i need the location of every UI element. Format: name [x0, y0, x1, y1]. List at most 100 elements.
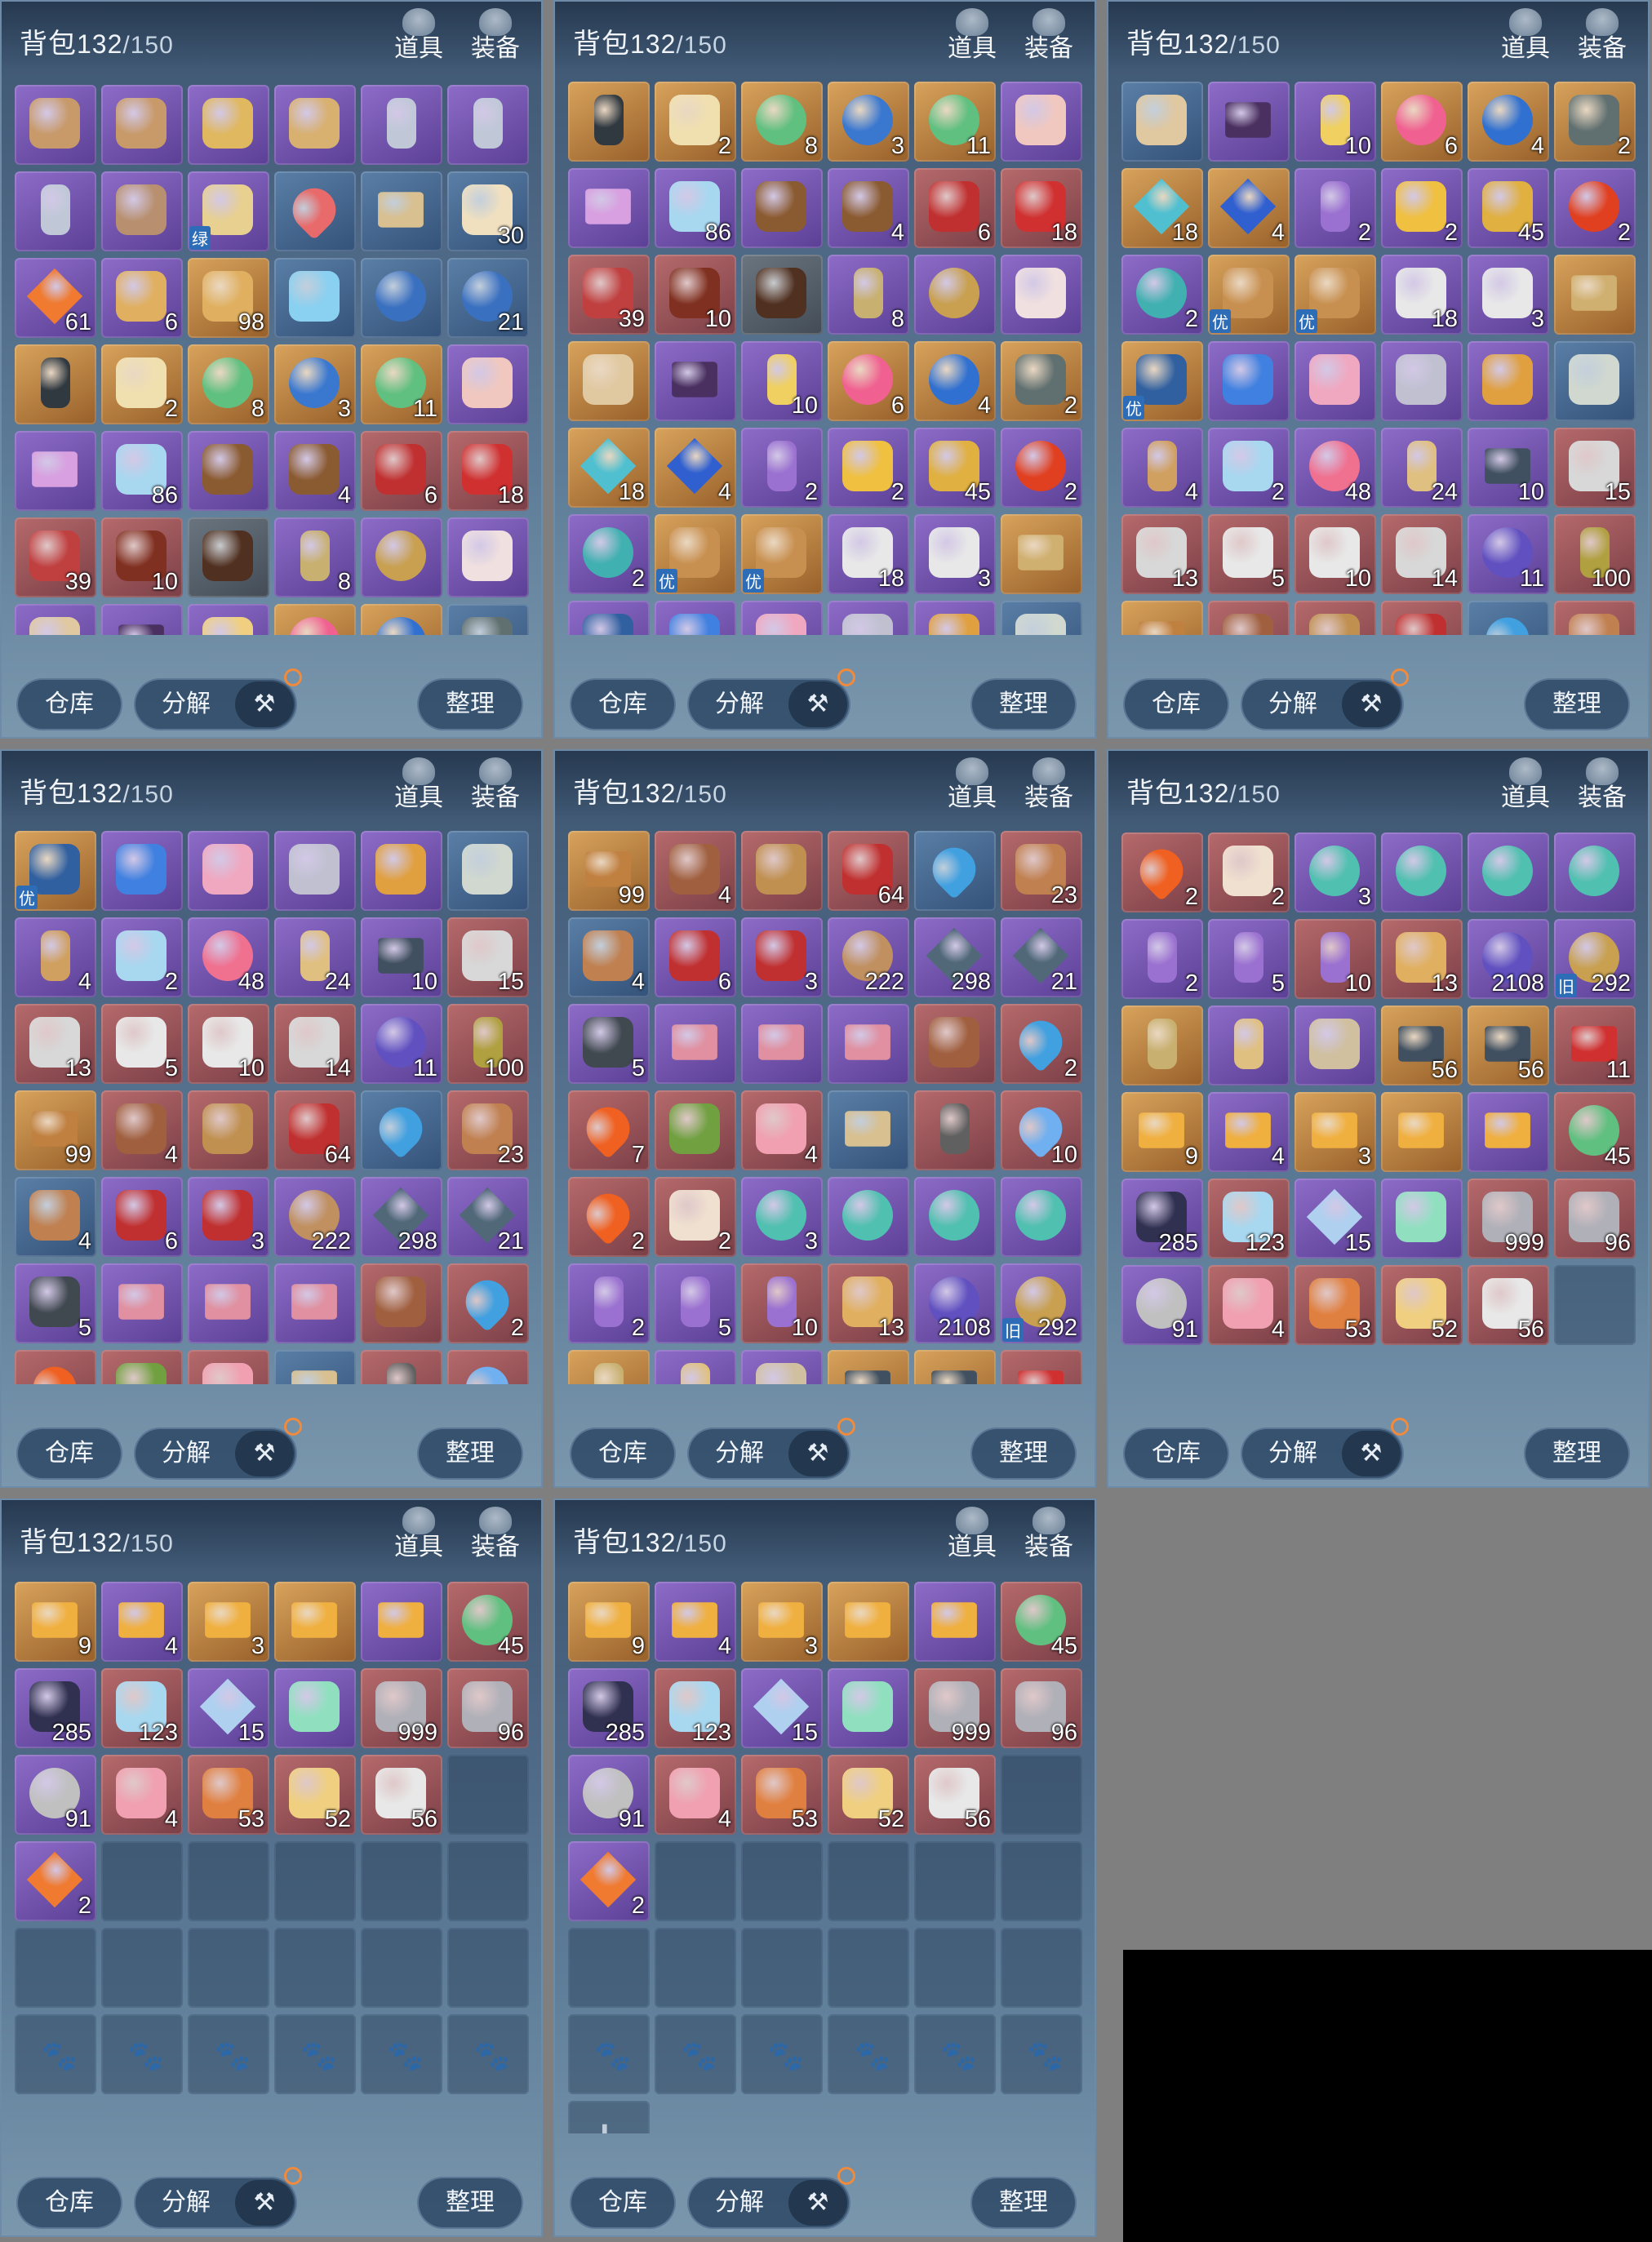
item-slot[interactable] — [274, 1350, 356, 1384]
tab-items[interactable]: 道具 — [941, 8, 1003, 65]
item-slot[interactable] — [1295, 1006, 1376, 1085]
storage-button[interactable]: 仓库 — [570, 1427, 676, 1480]
item-slot[interactable]: 优 — [1295, 255, 1376, 335]
locked-pet-slot[interactable]: 🐾 — [655, 2014, 736, 2094]
item-slot[interactable] — [274, 1668, 356, 1748]
item-slot[interactable]: 222 — [274, 1177, 356, 1257]
item-slot[interactable] — [15, 85, 96, 165]
item-slot[interactable] — [1468, 832, 1549, 912]
item-slot[interactable] — [1468, 341, 1549, 421]
item-slot[interactable] — [188, 85, 269, 165]
item-slot[interactable]: 45 — [1001, 1582, 1082, 1662]
item-slot[interactable]: 8 — [828, 255, 909, 335]
item-slot[interactable]: 6 — [828, 341, 909, 421]
item-slot[interactable]: 123 — [1208, 1179, 1290, 1259]
storage-button[interactable]: 仓库 — [16, 1427, 122, 1480]
item-slot[interactable]: 6 — [101, 1177, 183, 1257]
item-slot[interactable] — [274, 831, 356, 911]
item-slot[interactable]: 999 — [1468, 1179, 1549, 1259]
item-slot[interactable]: 6 — [361, 431, 442, 511]
item-slot[interactable]: 18 — [568, 428, 650, 508]
item-slot[interactable] — [568, 341, 650, 421]
item-slot[interactable]: 91 — [15, 1755, 96, 1835]
item-slot[interactable]: 3 — [1295, 1092, 1376, 1172]
item-slot[interactable] — [274, 604, 356, 635]
item-slot[interactable]: 4 — [188, 1350, 269, 1384]
item-slot[interactable]: 285 — [568, 1668, 650, 1748]
sort-button[interactable]: 整理 — [417, 2177, 523, 2229]
empty-slot[interactable] — [447, 1841, 529, 1921]
item-slot[interactable] — [828, 1582, 909, 1662]
item-slot[interactable]: 2108 — [914, 1263, 996, 1343]
item-slot[interactable] — [655, 1350, 736, 1384]
item-slot[interactable]: 39 — [15, 517, 96, 597]
tab-items[interactable]: 道具 — [388, 8, 450, 65]
tab-items[interactable]: 道具 — [1494, 8, 1557, 65]
empty-slot[interactable] — [101, 1928, 183, 2008]
locked-pet-slot[interactable]: 🐾 — [1001, 2014, 1082, 2094]
item-slot[interactable] — [1381, 832, 1463, 912]
item-slot[interactable]: 4 — [568, 917, 650, 997]
item-slot[interactable]: 15 — [188, 1668, 269, 1748]
item-slot[interactable]: 2 — [568, 1841, 650, 1921]
item-slot[interactable]: 4 — [1208, 1265, 1290, 1345]
tab-items[interactable]: 道具 — [388, 1507, 450, 1564]
hammer-icon[interactable]: ⚒ — [788, 2180, 847, 2226]
item-slot[interactable]: 2 — [447, 1263, 529, 1343]
sort-button[interactable]: 整理 — [970, 2177, 1077, 2229]
item-slot[interactable] — [1554, 341, 1636, 421]
item-slot[interactable]: 2 — [101, 344, 183, 424]
item-slot[interactable]: 11 — [361, 1004, 442, 1084]
item-slot[interactable] — [101, 831, 183, 911]
item-slot[interactable] — [828, 1177, 909, 1257]
item-slot[interactable] — [1001, 514, 1082, 594]
item-slot[interactable]: 3 — [914, 514, 996, 594]
item-slot[interactable]: 10 — [741, 1263, 823, 1343]
item-slot[interactable] — [1208, 341, 1290, 421]
item-slot[interactable] — [828, 1004, 909, 1084]
item-slot[interactable]: 2 — [1001, 428, 1082, 508]
item-slot[interactable] — [568, 1350, 650, 1384]
item-slot[interactable] — [1001, 82, 1082, 162]
item-slot[interactable]: 2108 — [1468, 919, 1549, 999]
item-slot[interactable]: 123 — [655, 1668, 736, 1748]
item-slot[interactable]: 2 — [1121, 255, 1203, 335]
tab-equipment[interactable]: 装备 — [1018, 757, 1080, 815]
item-slot[interactable] — [101, 1263, 183, 1343]
hammer-icon[interactable]: ⚒ — [235, 1431, 294, 1476]
item-slot[interactable]: 2 — [1121, 919, 1203, 999]
item-slot[interactable] — [1121, 82, 1203, 162]
item-slot[interactable] — [914, 1582, 996, 1662]
item-slot[interactable] — [1208, 82, 1290, 162]
item-slot[interactable]: 45 — [447, 1582, 529, 1662]
tab-equipment[interactable]: 装备 — [464, 757, 526, 815]
item-slot[interactable]: 53 — [188, 1755, 269, 1835]
item-slot[interactable]: 298 — [914, 917, 996, 997]
hammer-icon[interactable]: ⚒ — [1342, 1431, 1401, 1476]
item-slot[interactable]: 21 — [447, 1177, 529, 1257]
decompose-button[interactable]: 分解 ⚒ — [687, 2167, 855, 2229]
item-slot[interactable]: 21 — [1001, 917, 1082, 997]
item-slot[interactable]: 5 — [1208, 919, 1290, 999]
item-slot[interactable]: 6 — [655, 917, 736, 997]
item-slot[interactable]: 10 — [1295, 82, 1376, 162]
item-slot[interactable] — [1208, 1006, 1290, 1085]
item-slot[interactable]: 2 — [101, 917, 183, 997]
item-slot[interactable]: 9 — [1121, 1092, 1203, 1172]
item-slot[interactable]: 11 — [361, 344, 442, 424]
item-slot[interactable]: 4 — [828, 168, 909, 248]
item-slot[interactable]: 999 — [914, 1668, 996, 1748]
item-slot[interactable]: 2 — [655, 82, 736, 162]
item-slot[interactable]: 48 — [188, 917, 269, 997]
item-slot[interactable]: 10 — [1001, 1090, 1082, 1170]
item-slot[interactable]: 3 — [741, 1177, 823, 1257]
item-slot[interactable]: 4 — [655, 1582, 736, 1662]
item-slot[interactable] — [361, 171, 442, 251]
item-slot[interactable] — [15, 431, 96, 511]
item-slot[interactable] — [361, 258, 442, 338]
item-slot[interactable]: 旧 292 — [1554, 919, 1636, 999]
item-slot[interactable]: 4 — [655, 1755, 736, 1835]
tab-equipment[interactable]: 装备 — [464, 8, 526, 65]
item-slot[interactable] — [361, 1350, 442, 1384]
item-slot[interactable] — [361, 1582, 442, 1662]
